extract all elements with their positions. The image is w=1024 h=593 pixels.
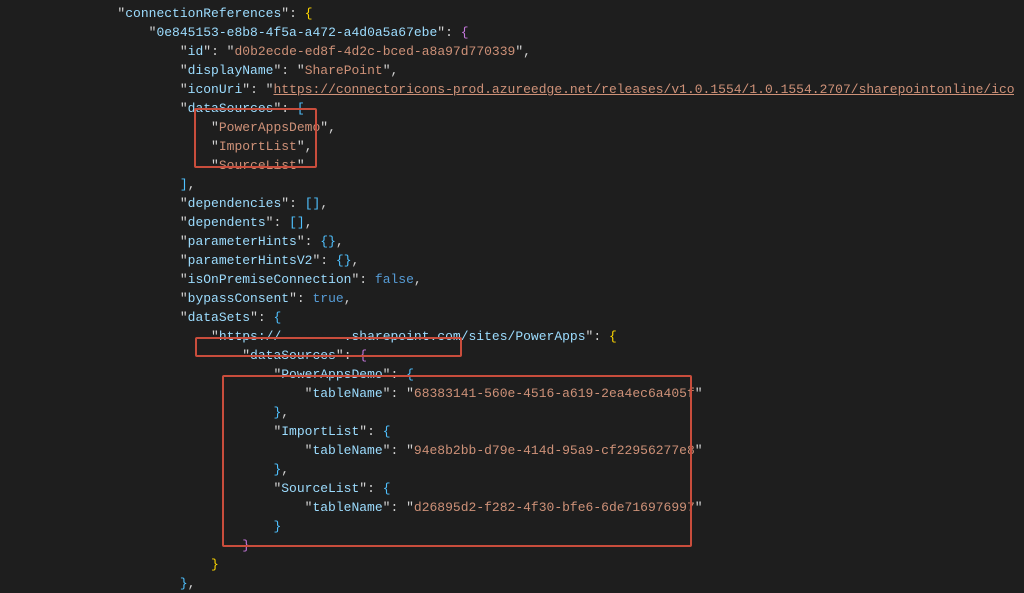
code-line: } (55, 555, 1024, 574)
code-line: "id": "d0b2ecde-ed8f-4d2c-bced-a8a97d770… (55, 42, 1024, 61)
code-line: "ImportList": { (55, 422, 1024, 441)
code-line: "ImportList", (55, 137, 1024, 156)
code-line: }, (55, 460, 1024, 479)
code-line: ], (55, 175, 1024, 194)
code-line: "SourceList" (55, 156, 1024, 175)
line-gutter (0, 0, 55, 571)
code-line: } (55, 536, 1024, 555)
code-line: "tableName": "d26895d2-f282-4f30-bfe6-6d… (55, 498, 1024, 517)
code-line: "dataSources": { (55, 346, 1024, 365)
code-line: "parameterHintsV2": {}, (55, 251, 1024, 270)
code-line: } (55, 517, 1024, 536)
code-line: "dependencies": [], (55, 194, 1024, 213)
code-line: "bypassConsent": true, (55, 289, 1024, 308)
code-line: "SourceList": { (55, 479, 1024, 498)
code-line: "dataSources": [ (55, 99, 1024, 118)
code-line: "connectionReferences": { (55, 4, 1024, 23)
code-line: "tableName": "68383141-560e-4516-a619-2e… (55, 384, 1024, 403)
code-line: "https://xxxxxxxx.sharepoint.com/sites/P… (55, 327, 1024, 346)
code-line: "dataSets": { (55, 308, 1024, 327)
code-line: "parameterHints": {}, (55, 232, 1024, 251)
code-line: "iconUri": "https://connectoricons-prod.… (55, 80, 1024, 99)
code-line: }, (55, 574, 1024, 593)
code-line: "displayName": "SharePoint", (55, 61, 1024, 80)
minimap[interactable] (1014, 0, 1024, 571)
code-line: "tableName": "94e8b2bb-d79e-414d-95a9-cf… (55, 441, 1024, 460)
code-line: "0e845153-e8b8-4f5a-a472-a4d0a5a67ebe": … (55, 23, 1024, 42)
code-line: "dependents": [], (55, 213, 1024, 232)
code-line: "PowerAppsDemo": { (55, 365, 1024, 384)
code-editor[interactable]: "connectionReferences": { "0e845153-e8b8… (55, 0, 1024, 571)
code-line: "isOnPremiseConnection": false, (55, 270, 1024, 289)
code-line: "PowerAppsDemo", (55, 118, 1024, 137)
code-line: }, (55, 403, 1024, 422)
